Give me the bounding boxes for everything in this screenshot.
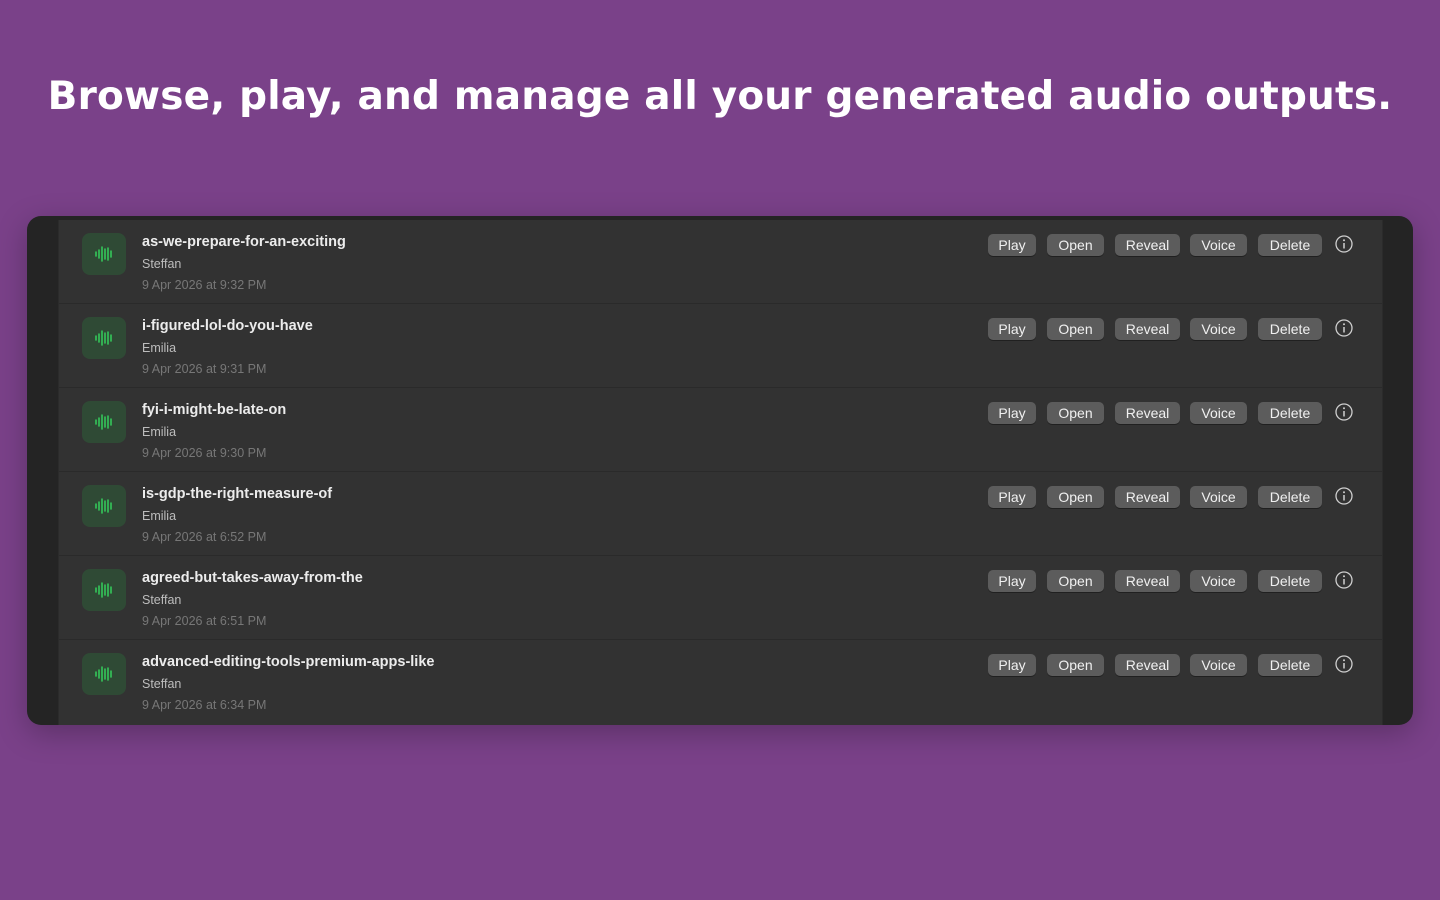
delete-button[interactable]: Delete [1258, 402, 1322, 424]
reveal-button[interactable]: Reveal [1115, 570, 1180, 592]
reveal-button[interactable]: Reveal [1115, 318, 1180, 340]
item-title: agreed-but-takes-away-from-the [142, 570, 363, 586]
delete-button[interactable]: Delete [1258, 486, 1322, 508]
voice-button[interactable]: Voice [1190, 402, 1247, 424]
info-icon[interactable] [1335, 319, 1353, 337]
reveal-button[interactable]: Reveal [1115, 654, 1180, 676]
waveform-icon [82, 485, 126, 527]
info-icon[interactable] [1335, 655, 1353, 673]
voice-button[interactable]: Voice [1190, 654, 1247, 676]
delete-button[interactable]: Delete [1258, 570, 1322, 592]
play-button[interactable]: Play [988, 570, 1036, 592]
waveform-icon [82, 233, 126, 275]
open-button[interactable]: Open [1047, 654, 1104, 676]
item-date: 9 Apr 2026 at 9:31 PM [142, 362, 267, 376]
voice-button[interactable]: Voice [1190, 486, 1247, 508]
item-title: is-gdp-the-right-measure-of [142, 486, 333, 502]
headline: Browse, play, and manage all your genera… [47, 74, 1393, 119]
info-icon[interactable] [1335, 235, 1353, 253]
item-voice: Emilia [142, 425, 177, 439]
reveal-button[interactable]: Reveal [1115, 402, 1180, 424]
item-date: 9 Apr 2026 at 6:52 PM [142, 530, 267, 544]
item-voice: Steffan [142, 593, 182, 607]
delete-button[interactable]: Delete [1258, 318, 1322, 340]
audio-output-list[interactable]: as-we-prepare-for-an-exciting Steffan 9 … [58, 220, 1383, 725]
open-button[interactable]: Open [1047, 318, 1104, 340]
item-date: 9 Apr 2026 at 6:34 PM [142, 698, 267, 712]
list-item[interactable]: as-we-prepare-for-an-exciting Steffan 9 … [59, 220, 1382, 304]
voice-button[interactable]: Voice [1190, 234, 1247, 256]
list-item[interactable]: fyi-i-might-be-late-on Emilia 9 Apr 2026… [59, 388, 1382, 472]
waveform-icon [82, 569, 126, 611]
item-title: fyi-i-might-be-late-on [142, 402, 287, 418]
play-button[interactable]: Play [988, 402, 1036, 424]
open-button[interactable]: Open [1047, 486, 1104, 508]
item-date: 9 Apr 2026 at 9:32 PM [142, 278, 267, 292]
play-button[interactable]: Play [988, 234, 1036, 256]
voice-button[interactable]: Voice [1190, 570, 1247, 592]
play-button[interactable]: Play [988, 486, 1036, 508]
list-item[interactable]: i-figured-lol-do-you-have Emilia 9 Apr 2… [59, 304, 1382, 388]
list-item[interactable]: advanced-editing-tools-premium-apps-like… [59, 640, 1382, 723]
item-date: 9 Apr 2026 at 9:30 PM [142, 446, 267, 460]
list-item[interactable]: agreed-but-takes-away-from-the Steffan 9… [59, 556, 1382, 640]
waveform-icon [82, 653, 126, 695]
info-icon[interactable] [1335, 403, 1353, 421]
open-button[interactable]: Open [1047, 570, 1104, 592]
voice-button[interactable]: Voice [1190, 318, 1247, 340]
delete-button[interactable]: Delete [1258, 234, 1322, 256]
item-title: as-we-prepare-for-an-exciting [142, 234, 346, 250]
item-title: advanced-editing-tools-premium-apps-like [142, 654, 435, 670]
app-window: as-we-prepare-for-an-exciting Steffan 9 … [27, 216, 1413, 725]
info-icon[interactable] [1335, 487, 1353, 505]
play-button[interactable]: Play [988, 654, 1036, 676]
item-date: 9 Apr 2026 at 6:51 PM [142, 614, 267, 628]
item-voice: Steffan [142, 677, 182, 691]
open-button[interactable]: Open [1047, 234, 1104, 256]
reveal-button[interactable]: Reveal [1115, 234, 1180, 256]
list-item[interactable]: is-gdp-the-right-measure-of Emilia 9 Apr… [59, 472, 1382, 556]
item-voice: Emilia [142, 341, 177, 355]
item-voice: Emilia [142, 509, 177, 523]
play-button[interactable]: Play [988, 318, 1036, 340]
open-button[interactable]: Open [1047, 402, 1104, 424]
delete-button[interactable]: Delete [1258, 654, 1322, 676]
waveform-icon [82, 317, 126, 359]
waveform-icon [82, 401, 126, 443]
info-icon[interactable] [1335, 571, 1353, 589]
item-title: i-figured-lol-do-you-have [142, 318, 313, 334]
reveal-button[interactable]: Reveal [1115, 486, 1180, 508]
item-voice: Steffan [142, 257, 182, 271]
